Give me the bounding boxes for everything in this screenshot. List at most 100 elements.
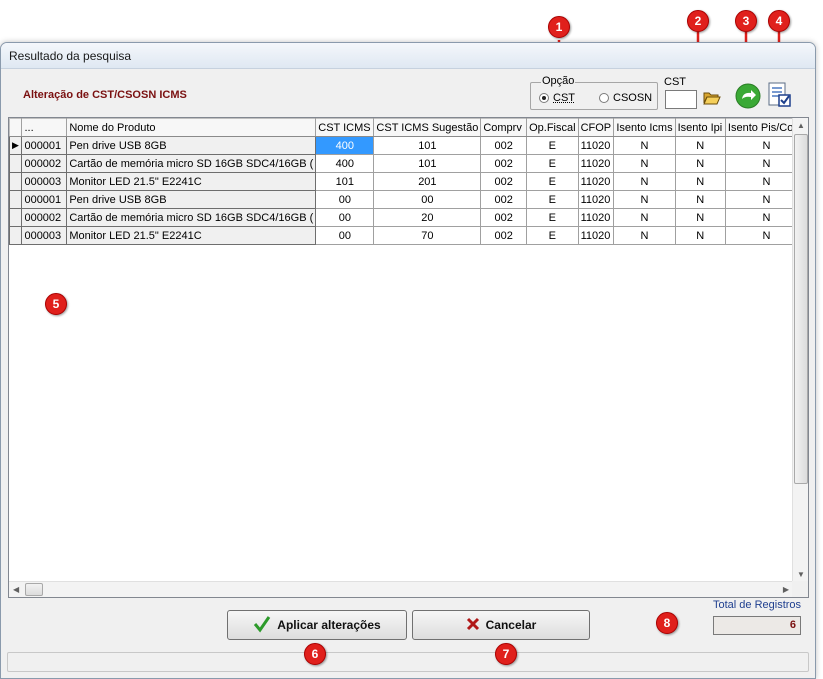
table-row[interactable]: 000001 Pen drive USB 8GB 00 00 002 E 11020 N N N (9, 190, 808, 209)
column-header-cst-icms[interactable]: CST ICMS (315, 118, 375, 137)
title-bar[interactable]: Resultado da pesquisa (1, 43, 815, 69)
comprv-cell[interactable]: 002 (480, 208, 528, 227)
cst-sugestao-cell[interactable]: 101 (373, 136, 482, 155)
column-header-code[interactable]: ... (21, 118, 68, 137)
cfop-cell[interactable]: 11020 (577, 190, 615, 209)
cancel-button[interactable]: Cancelar (412, 610, 590, 640)
cst-icms-cell[interactable]: 00 (315, 190, 375, 209)
apply-changes-button[interactable]: Aplicar alterações (227, 610, 407, 640)
radio-csosn[interactable]: CSOSN (599, 92, 652, 104)
radio-cst[interactable]: CST (539, 92, 575, 104)
apply-changes-label: Aplicar alterações (277, 618, 381, 632)
scroll-down-arrow-icon[interactable]: ▼ (797, 570, 805, 579)
comprv-cell[interactable]: 002 (480, 190, 528, 209)
cfop-cell[interactable]: 11020 (577, 208, 615, 227)
column-header-cfop[interactable]: CFOP (577, 118, 615, 137)
column-header-product-name[interactable]: Nome do Produto (66, 118, 317, 137)
op-fiscal-cell[interactable]: E (526, 208, 579, 227)
column-header-comprv[interactable]: Comprv (480, 118, 528, 137)
op-fiscal-cell[interactable]: E (526, 190, 579, 209)
cfop-cell[interactable]: 11020 (577, 154, 615, 173)
table-row[interactable]: ▶ 000001 Pen drive USB 8GB 400 101 002 E 11020 N… (9, 136, 808, 155)
row-indicator-header (9, 118, 23, 137)
row-indicator[interactable]: ▶ (9, 136, 23, 155)
vertical-scrollbar[interactable]: ▲ ▼ (792, 118, 808, 582)
row-indicator[interactable] (9, 226, 23, 245)
cst-sugestao-cell[interactable]: 20 (373, 208, 482, 227)
isento-icms-cell[interactable]: N (613, 208, 676, 227)
products-table: ... Nome do Produto CST ICMS CST ICMS Su… (9, 118, 808, 245)
cst-sugestao-cell[interactable]: 101 (373, 154, 482, 173)
cst-input[interactable] (665, 90, 697, 109)
product-name-cell: Monitor LED 21.5" E2241C (66, 226, 317, 245)
row-indicator[interactable] (9, 172, 23, 191)
column-header-isento-icms[interactable]: Isento Icms (613, 118, 676, 137)
radio-cst-circle[interactable] (539, 93, 549, 103)
cst-icms-cell[interactable]: 00 (315, 226, 375, 245)
code-cell: 000001 (21, 136, 68, 155)
isento-icms-cell[interactable]: N (613, 190, 676, 209)
search-results-window: Resultado da pesquisa Alteração de CST/C… (0, 42, 816, 679)
horizontal-scroll-thumb[interactable] (25, 583, 43, 596)
cst-icms-cell[interactable]: 00 (315, 208, 375, 227)
row-indicator[interactable] (9, 154, 23, 173)
annotation-marker-7: 7 (495, 643, 517, 665)
op-fiscal-cell[interactable]: E (526, 136, 579, 155)
cancel-label: Cancelar (485, 618, 537, 632)
table-row[interactable]: 000003 Monitor LED 21.5" E2241C 00 70 002 E 11… (9, 226, 808, 245)
cfop-cell[interactable]: 11020 (577, 226, 615, 245)
cst-sugestao-cell[interactable]: 00 (373, 190, 482, 209)
isento-ipi-cell[interactable]: N (674, 208, 726, 227)
isento-icms-cell[interactable]: N (613, 154, 676, 173)
column-header-isento-ipi[interactable]: Isento Ipi (674, 118, 726, 137)
cst-sugestao-cell[interactable]: 201 (373, 172, 482, 191)
product-name-cell: Pen drive USB 8GB (66, 136, 317, 155)
cst-label: CST (664, 76, 686, 88)
table-row[interactable]: 000002 Cartão de memória micro SD 16GB SD… (9, 154, 808, 173)
isento-icms-cell[interactable]: N (613, 136, 676, 155)
comprv-cell[interactable]: 002 (480, 154, 528, 173)
refresh-arrow-icon[interactable] (735, 83, 761, 112)
isento-ipi-cell[interactable]: N (674, 190, 726, 209)
column-header-cst-icms-sugestao[interactable]: CST ICMS Sugestão (373, 118, 482, 137)
isento-icms-cell[interactable]: N (613, 226, 676, 245)
row-indicator[interactable] (9, 190, 23, 209)
checklist-document-icon[interactable] (767, 81, 793, 112)
comprv-cell[interactable]: 002 (480, 136, 528, 155)
op-fiscal-cell[interactable]: E (526, 154, 579, 173)
comprv-cell[interactable]: 002 (480, 172, 528, 191)
status-bar (7, 652, 809, 672)
cfop-cell[interactable]: 11020 (577, 136, 615, 155)
table-row[interactable]: 000003 Monitor LED 21.5" E2241C 101 201 002 E… (9, 172, 808, 191)
cst-sugestao-cell[interactable]: 70 (373, 226, 482, 245)
red-x-icon (466, 617, 480, 634)
isento-ipi-cell[interactable]: N (674, 136, 726, 155)
isento-ipi-cell[interactable]: N (674, 154, 726, 173)
scroll-up-arrow-icon[interactable]: ▲ (797, 121, 805, 130)
isento-ipi-cell[interactable]: N (674, 226, 726, 245)
column-header-op-fiscal[interactable]: Op.Fiscal (526, 118, 579, 137)
header-panel: Alteração de CST/CSOSN ICMS Opção CST CS… (7, 71, 809, 117)
cst-icms-cell[interactable]: 400 (315, 136, 375, 155)
table-row[interactable]: 000002 Cartão de memória micro SD 16GB SD… (9, 208, 808, 227)
isento-icms-cell[interactable]: N (613, 172, 676, 191)
cfop-cell[interactable]: 11020 (577, 172, 615, 191)
cst-icms-cell[interactable]: 101 (315, 172, 375, 191)
products-grid[interactable]: ... Nome do Produto CST ICMS CST ICMS Su… (8, 117, 809, 598)
op-fiscal-cell[interactable]: E (526, 172, 579, 191)
cst-icms-cell[interactable]: 400 (315, 154, 375, 173)
vertical-scroll-thumb[interactable] (794, 134, 808, 484)
scroll-left-arrow-icon[interactable]: ◀ (13, 585, 19, 594)
row-indicator[interactable] (9, 208, 23, 227)
op-fiscal-cell[interactable]: E (526, 226, 579, 245)
opcao-groupbox: Opção CST CSOSN (530, 75, 658, 110)
radio-csosn-circle[interactable] (599, 93, 609, 103)
comprv-cell[interactable]: 002 (480, 226, 528, 245)
annotation-marker-4: 4 (768, 10, 790, 32)
scroll-right-arrow-icon[interactable]: ▶ (783, 585, 789, 594)
horizontal-scrollbar[interactable]: ◀ ▶ (9, 581, 793, 597)
window-title: Resultado da pesquisa (9, 49, 132, 63)
isento-ipi-cell[interactable]: N (674, 172, 726, 191)
open-folder-icon[interactable] (703, 90, 721, 109)
scroll-corner (792, 581, 808, 597)
